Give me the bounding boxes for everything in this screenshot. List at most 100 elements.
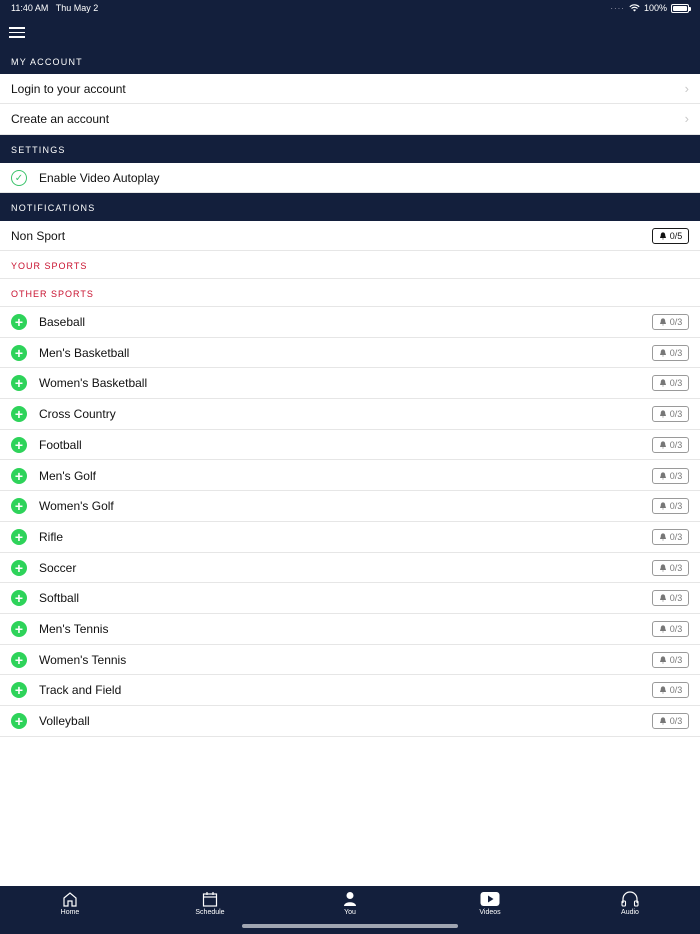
sport-alert-badge[interactable]: 0/3 [652,406,689,423]
signal-icon: ···· [610,3,625,13]
alert-count: 0/3 [669,654,683,665]
sport-alert-badge[interactable]: 0/3 [652,682,689,699]
alert-count: 0/3 [669,562,683,573]
sport-row: + Men's Golf 0/3 [0,460,700,492]
bell-icon [659,594,666,602]
add-sport-icon[interactable]: + [11,682,27,699]
alert-count: 0/3 [669,470,683,481]
add-sport-icon[interactable]: + [11,528,27,545]
user-icon [344,892,356,906]
bell-icon [659,410,666,418]
bell-icon [659,471,666,479]
add-sport-icon[interactable]: + [11,314,27,330]
add-sport-icon[interactable]: + [11,590,27,607]
create-account-row[interactable]: Create an account › [0,104,700,135]
add-sport-icon[interactable]: + [11,498,27,515]
section-title: NOTIFICATIONS [11,203,96,213]
other-sports-label: OTHER SPORTS [11,289,94,299]
add-sport-icon[interactable]: + [11,621,27,637]
sport-name: Softball [39,591,80,606]
autoplay-row[interactable]: ✓ Enable Video Autoplay [0,163,700,193]
sport-alert-badge[interactable]: 0/3 [652,713,689,730]
add-sport-icon[interactable]: + [11,713,27,730]
sport-alert-badge[interactable]: 0/3 [652,375,689,392]
create-account-label: Create an account [11,112,110,126]
tab-home[interactable]: Home [40,891,100,916]
add-sport-icon[interactable]: + [11,559,27,576]
sport-row: + Women's Golf 0/3 [0,491,700,522]
sport-alert-badge[interactable]: 0/3 [652,467,689,484]
bell-icon [659,717,666,725]
add-sport-icon[interactable]: + [11,344,27,361]
sport-row: + Softball 0/3 [0,583,700,614]
checkmark-icon[interactable]: ✓ [11,170,27,186]
status-right: ···· 100% [610,3,691,13]
tab-label: Videos [479,909,501,916]
sport-name: Men's Basketball [39,345,130,360]
status-time: 11:40 AM Thu May 2 [11,3,98,13]
add-sport-icon[interactable]: + [11,375,27,392]
alert-count: 0/3 [669,716,683,727]
bell-icon [659,232,666,240]
login-row[interactable]: Login to your account › [0,74,700,104]
sport-name: Volleyball [39,714,90,729]
home-icon [63,892,77,907]
alert-count: 0/3 [669,409,683,420]
sport-alert-badge[interactable]: 0/3 [652,651,689,668]
non-sport-label: Non Sport [11,229,66,243]
sport-name: Men's Golf [39,468,96,483]
tab-audio[interactable]: Audio [600,891,660,916]
sport-alert-badge[interactable]: 0/3 [652,344,689,361]
tab-you[interactable]: You [320,891,380,916]
play-icon [480,892,500,906]
bell-icon [659,533,666,541]
bell-icon [659,349,666,357]
sport-row: + Track and Field 0/3 [0,675,700,707]
section-title: SETTINGS [11,145,66,155]
tab-label: Schedule [195,909,225,916]
add-sport-icon[interactable]: + [11,406,27,423]
sport-name: Women's Golf [39,499,114,514]
section-title: MY ACCOUNT [11,57,83,67]
sport-name: Baseball [39,315,86,329]
bell-icon [659,379,666,387]
headphones-icon [621,891,639,907]
alert-count: 0/3 [669,501,683,512]
other-sports-header: OTHER SPORTS [0,279,700,307]
status-date: Thu May 2 [55,3,99,13]
add-sport-icon[interactable]: + [11,651,27,668]
add-sport-icon[interactable]: + [11,467,27,484]
sport-row: + Women's Tennis 0/3 [0,644,700,676]
tab-schedule[interactable]: Schedule [180,891,240,916]
sport-name: Women's Tennis [39,652,127,667]
sport-alert-badge[interactable]: 0/3 [652,559,689,576]
tab-videos[interactable]: Videos [460,891,520,916]
sport-name: Men's Tennis [39,622,109,636]
alert-count: 0/3 [669,624,683,634]
sport-alert-badge[interactable]: 0/3 [652,436,689,453]
sport-alert-badge[interactable]: 0/3 [652,314,689,330]
sport-name: Rifle [39,529,64,544]
bell-icon [659,563,666,572]
alert-count: 0/3 [669,593,683,604]
sport-alert-badge[interactable]: 0/3 [652,590,689,607]
status-clock: 11:40 AM [11,3,49,13]
bell-icon [659,625,666,633]
alert-count: 0/3 [669,317,683,327]
add-sport-icon[interactable]: + [11,436,27,453]
section-notifications: NOTIFICATIONS [0,193,700,221]
autoplay-label: Enable Video Autoplay [39,171,160,185]
calendar-icon [202,892,218,907]
hamburger-menu-icon[interactable] [9,27,25,38]
sport-row: + Volleyball 0/3 [0,706,700,737]
top-bar: 11:40 AM Thu May 2 ···· 100% [0,0,700,47]
sport-row: + Cross Country 0/3 [0,399,700,430]
sport-alert-badge[interactable]: 0/3 [652,528,689,545]
home-indicator[interactable] [242,924,458,928]
your-sports-label: YOUR SPORTS [11,261,88,271]
non-sport-alert-badge[interactable]: 0/5 [652,228,689,244]
sport-alert-badge[interactable]: 0/3 [652,621,689,637]
alert-count: 0/3 [669,531,683,542]
sport-name: Women's Basketball [39,376,148,391]
sport-alert-badge[interactable]: 0/3 [652,498,689,515]
